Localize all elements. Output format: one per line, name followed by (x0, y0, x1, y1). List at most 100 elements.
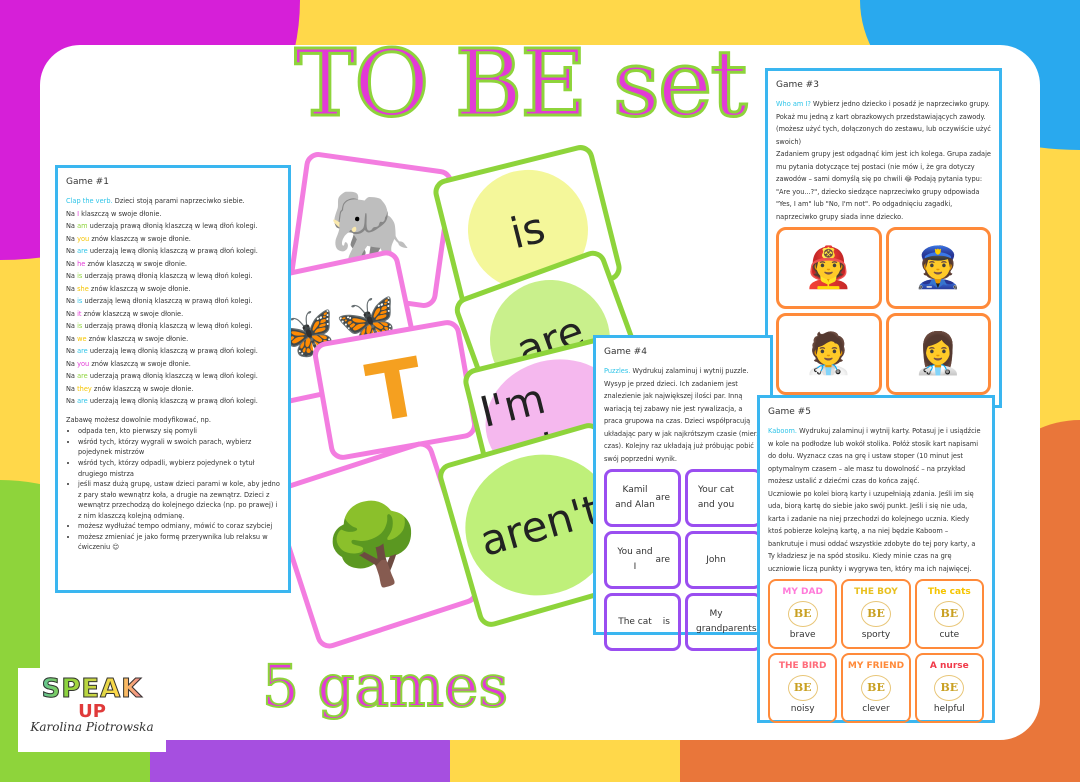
game3-sheet: Game #3 Who am I? Wybierz jedno dziecko … (765, 68, 1002, 408)
action-text: znów klaszczą w swoje dłonie. (93, 384, 194, 393)
card-verb: BE (934, 601, 965, 628)
logo-author: Karolina Piotrowska (30, 720, 154, 735)
game1-line: Na are uderzają lewą dłonią klaszczą w p… (66, 397, 258, 406)
game1-intro-highlight: Clap the verb. (66, 197, 113, 206)
letter-t-card: T (310, 317, 480, 463)
action-text: znów klaszczą w swoje dłonie. (91, 359, 191, 368)
card-adjective: sporty (861, 630, 891, 641)
puzzle-subject: My grandparents (696, 608, 757, 635)
game3-text2: Zadaniem grupy jest odgadnąć kim jest ic… (776, 150, 991, 221)
card-adjective: noisy (790, 704, 815, 715)
firefighter-picture: 🧑‍🚒 (776, 227, 882, 310)
puzzle-verb: are (655, 492, 670, 503)
action-text: uderzają prawą dłonią klaszczą w lewą dł… (89, 372, 258, 381)
action-text: znów klaszczą w swoje dłonie. (90, 284, 191, 293)
pronoun-word: are (77, 247, 88, 256)
game3-heading: Game #3 (776, 80, 819, 90)
game4-heading: Game #4 (604, 347, 647, 357)
game5-intro-highlight: Kaboom. (768, 427, 798, 436)
word-is: is (505, 202, 550, 258)
pronoun-word: it (77, 309, 82, 318)
action-text: znów klaszczą w swoje dłonie. (91, 234, 191, 243)
card-subject: MY FRIEND (847, 661, 905, 672)
game1-bullet: wśród tych, którzy odpadli, wybierz poje… (78, 458, 280, 479)
puzzle-piece: Kamil and Alan are (604, 469, 681, 528)
puzzle-piece: The cat is (604, 593, 681, 652)
card-adjective: clever (862, 704, 890, 715)
game1-bullet: wśród tych, którzy wygrali w swoich para… (78, 437, 280, 458)
games-count: 5 games (261, 651, 509, 721)
nurse-picture: 👩‍⚕️ (885, 313, 991, 396)
be-card: A nurse BE helpful (914, 653, 984, 724)
card-subject: A nurse (929, 661, 969, 672)
puzzle-subject: John (706, 554, 726, 565)
game1-bullet: możesz zmieniać je jako formę przerywnik… (78, 532, 280, 553)
game4-sheet: Game #4 Puzzles. Wydrukuj zalaminuj i wy… (593, 335, 773, 652)
pronoun-word: she (77, 284, 89, 293)
puzzle-piece: You and Iare (604, 531, 681, 590)
pronoun-word: they (77, 384, 92, 393)
game1-line: Na you znów klaszczą w swoje dłonie. (66, 234, 191, 243)
game4-text: Wydrukuj zalaminuj i wytnij puzzle. Wysy… (604, 367, 760, 463)
doctor-picture: 🧑‍⚕️ (776, 313, 882, 396)
puzzle-subject: You and I (617, 546, 653, 573)
game1-bullet: odpada ten, kto pierwszy się pomyli (78, 426, 280, 437)
game1-line: Na are uderzają prawą dłonią klaszczą w … (66, 372, 258, 381)
pronoun-word: are (77, 397, 88, 406)
action-text: uderzają prawą dłonią klaszczą w lewą dł… (84, 322, 253, 331)
game1-line: Na is uderzają lewą dłonią klaszczą w pr… (66, 297, 253, 306)
game5-sheet: Game #5 Kaboom. Wydrukuj zalaminuj i wyt… (757, 395, 995, 724)
action-text: klaszczą w swoje dłonie. (81, 209, 162, 218)
pronoun-word: he (77, 259, 86, 268)
action-text: uderzają lewą dłonią klaszczą w prawą dł… (89, 347, 258, 356)
game1-bullet: możesz wydłużać tempo odmiany, mówić to … (78, 521, 280, 532)
puzzle-subject: Your cat and you (697, 484, 735, 511)
puzzle-verb: are (655, 554, 670, 565)
pronoun-word: is (77, 322, 83, 331)
pronoun-word: are (77, 372, 88, 381)
card-subject: THE BIRD (778, 661, 827, 672)
be-card: THE BOY BE sporty (841, 579, 911, 650)
card-verb: BE (860, 675, 891, 702)
action-text: uderzają lewą dłonią klaszczą w prawą dł… (89, 247, 258, 256)
puzzle-piece: John (685, 531, 762, 590)
game1-line: Na he znów klaszczą w swoje dłonie. (66, 259, 188, 268)
card-adjective: helpful (933, 704, 965, 715)
card-verb: BE (787, 675, 818, 702)
game1-line: Na are uderzają lewą dłonią klaszczą w p… (66, 347, 258, 356)
game1-line: Na are uderzają lewą dłonią klaszczą w p… (66, 247, 258, 256)
game1-line: Na I klaszczą w swoje dłonie. (66, 209, 162, 218)
puzzle-grid: Kamil and Alan are Your cat and you You and… (604, 469, 762, 652)
puzzle-piece: Your cat and you (685, 469, 762, 528)
puzzle-subject: Kamil and Alan (615, 484, 655, 511)
be-card: MY DAD BE brave (768, 579, 838, 650)
logo-up: UP (78, 701, 106, 722)
action-text: znów klaszczą w swoje dłonie. (87, 259, 188, 268)
pronoun-word: am (77, 222, 88, 231)
game1-line: Na we znów klaszczą w swoje dłonie. (66, 334, 189, 343)
action-text: uderzają lewą dłonią klaszczą w prawą dł… (84, 297, 253, 306)
card-verb: BE (787, 601, 818, 628)
card-verb: BE (934, 675, 965, 702)
be-card: MY FRIEND BE clever (841, 653, 911, 724)
puzzle-verb: is (662, 616, 670, 627)
page-title: TO BE set (293, 29, 749, 139)
police-picture: 👮 (885, 227, 991, 310)
action-text: uderzają prawą dłonią klaszczą w lewą dł… (89, 222, 258, 231)
game1-bullets: odpada ten, kto pierwszy się pomyliwśród… (66, 426, 280, 553)
pronoun-word: I (77, 209, 80, 218)
action-text: uderzają lewą dłonią klaszczą w prawą dł… (89, 397, 258, 406)
pronoun-word: are (77, 347, 88, 356)
game1-line: Na they znów klaszczą w swoje dłonie. (66, 384, 194, 393)
pronoun-word: you (77, 234, 90, 243)
game1-line: Na she znów klaszczą w swoje dłonie. (66, 284, 191, 293)
game1-sheet: Game #1 Clap the verb. Dzieci stoją para… (55, 165, 291, 593)
be-card: THE BIRD BE noisy (768, 653, 838, 724)
speak-up-logo: SPEAK UP Karolina Piotrowska (18, 668, 166, 752)
action-text: znów klaszczą w swoje dłonie. (88, 334, 189, 343)
game4-intro-highlight: Puzzles. (604, 367, 631, 376)
game1-line: Na you znów klaszczą w swoje dłonie. (66, 359, 191, 368)
game1-lines: Na I klaszczą w swoje dłonie. Na am uderz… (66, 208, 280, 408)
pronoun-word: is (77, 297, 83, 306)
word-arent: aren't (474, 484, 606, 566)
